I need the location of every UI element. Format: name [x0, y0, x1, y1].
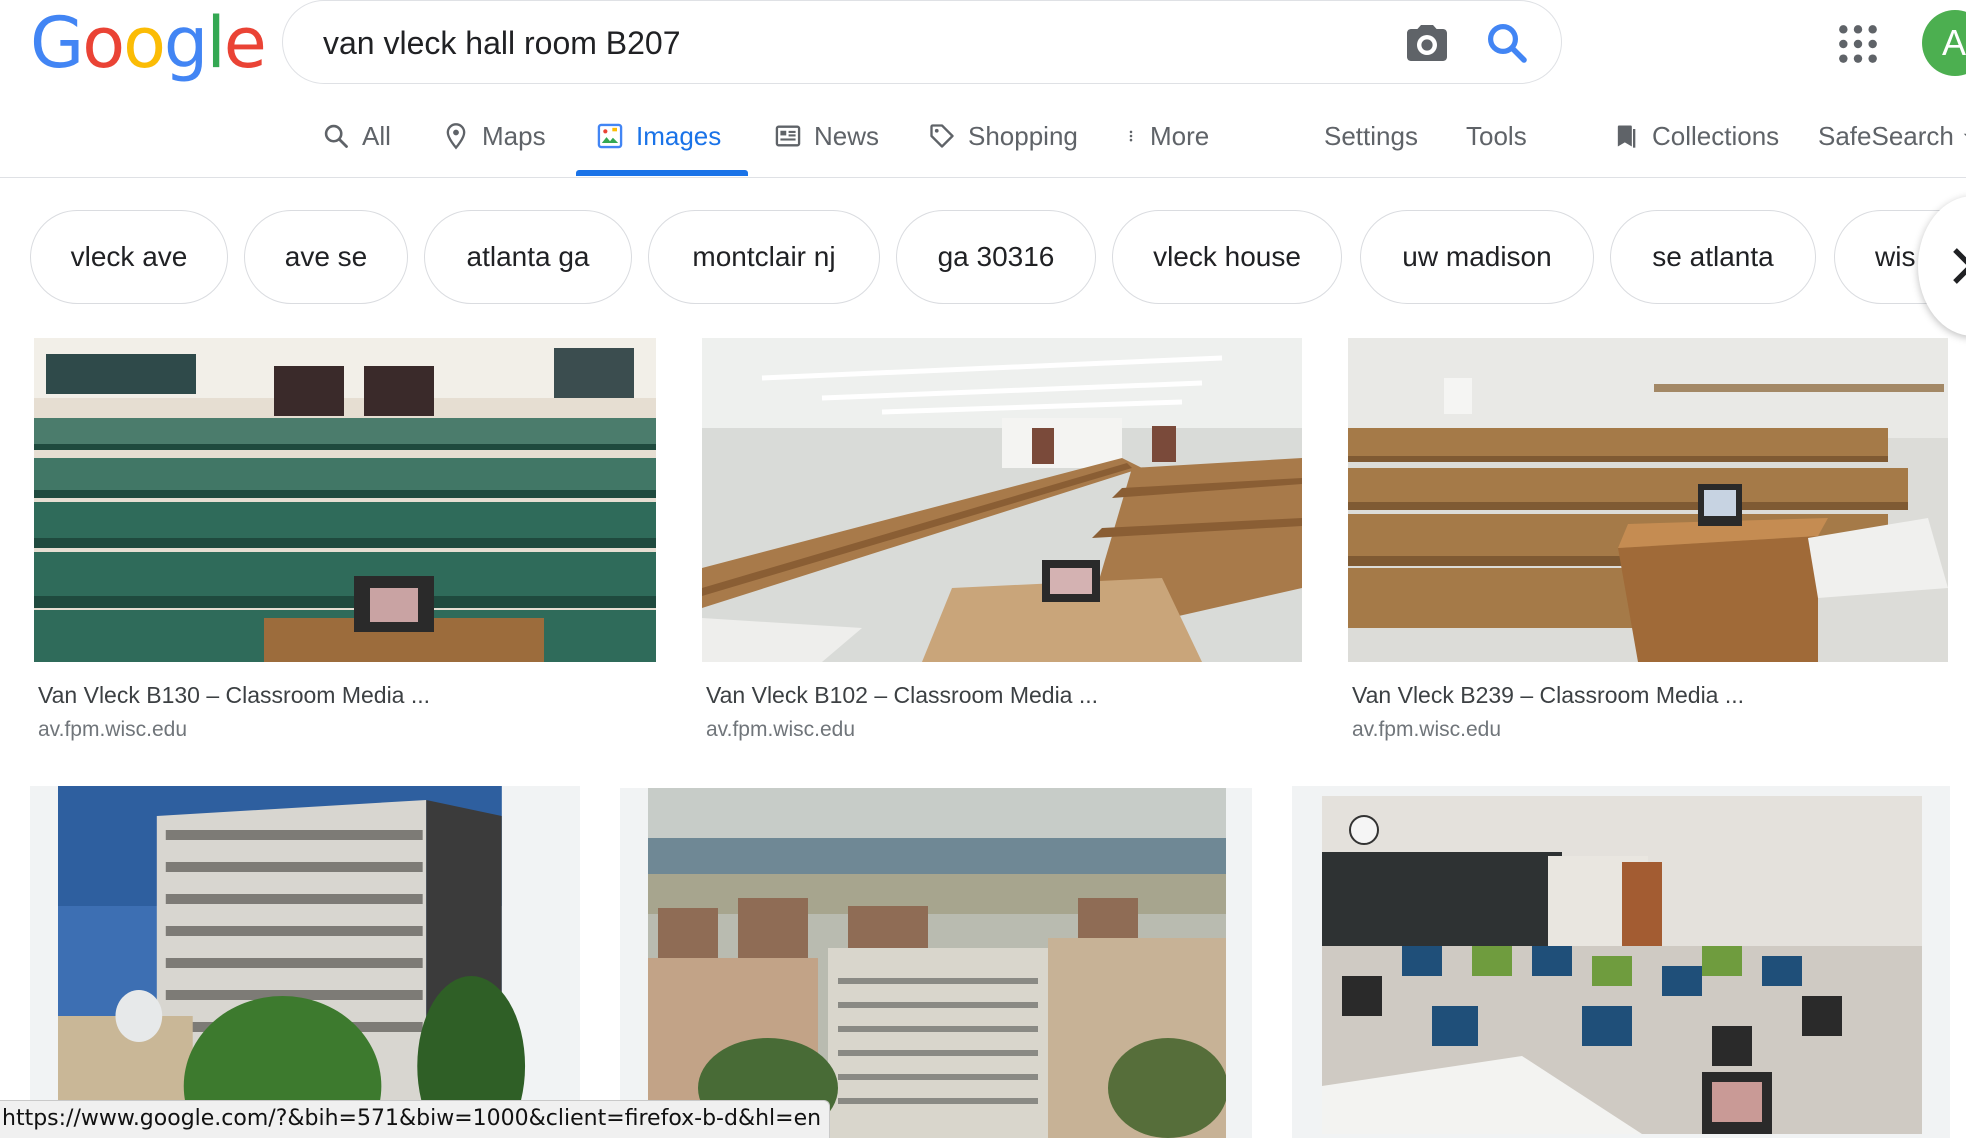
result-thumbnail[interactable]: [1292, 786, 1950, 1138]
tab-all[interactable]: All: [322, 116, 391, 156]
result-title[interactable]: Van Vleck B239 – Classroom Media ...: [1352, 682, 1744, 709]
account-avatar[interactable]: A: [1922, 10, 1966, 76]
chip-vleck-house[interactable]: vleck house: [1112, 210, 1342, 304]
more-vert-icon: [1129, 130, 1133, 142]
google-logo[interactable]: Google: [30, 2, 267, 84]
chip-vleck-ave[interactable]: vleck ave: [30, 210, 228, 304]
result-title[interactable]: Van Vleck B130 – Classroom Media ...: [38, 682, 430, 709]
tab-images[interactable]: Images: [596, 116, 721, 156]
search-box: [282, 0, 1562, 84]
chip-ga-30316[interactable]: ga 30316: [896, 210, 1096, 304]
active-tab-indicator: [576, 170, 748, 176]
collections-label: Collections: [1652, 120, 1780, 151]
logo-letter: e: [223, 2, 267, 84]
search-input[interactable]: [323, 21, 1323, 65]
tab-news-label: News: [814, 120, 880, 151]
tab-shopping[interactable]: Shopping: [928, 116, 1078, 156]
apps-grid-icon[interactable]: [1836, 22, 1880, 66]
chip-uw-madison[interactable]: uw madison: [1360, 210, 1594, 304]
map-pin-icon: [446, 123, 466, 150]
result-thumbnail[interactable]: [34, 338, 656, 662]
safesearch-label: SafeSearch: [1818, 120, 1954, 151]
tag-icon: [930, 124, 954, 148]
logo-letter: l: [206, 2, 226, 84]
logo-letter: o: [82, 2, 125, 84]
result-source[interactable]: av.fpm.wisc.edu: [706, 718, 855, 742]
search-icon: [324, 124, 348, 148]
tab-more[interactable]: More: [1124, 116, 1209, 156]
search-icon[interactable]: [1483, 19, 1531, 67]
chip-atlanta-ga[interactable]: atlanta ga: [424, 210, 632, 304]
camera-icon[interactable]: [1403, 19, 1451, 67]
bookmark-icon: [1617, 125, 1636, 148]
tab-maps-label: Maps: [482, 120, 546, 151]
collections-link[interactable]: Collections: [1612, 116, 1779, 156]
chevron-right-icon: [1953, 248, 1966, 284]
result-thumbnail[interactable]: [702, 338, 1302, 662]
logo-letter: G: [30, 2, 84, 84]
safesearch-dropdown[interactable]: SafeSearch: [1818, 116, 1966, 156]
logo-letter: o: [123, 2, 166, 84]
settings-label: Settings: [1324, 120, 1418, 151]
link-status-bar: https://www.google.com/?&bih=571&biw=100…: [0, 1100, 831, 1138]
search-tabs: All Maps Images News Shopping More Setti…: [0, 100, 1966, 178]
result-source[interactable]: av.fpm.wisc.edu: [38, 718, 187, 742]
tab-shopping-label: Shopping: [968, 120, 1078, 151]
result-source[interactable]: av.fpm.wisc.edu: [1352, 718, 1501, 742]
result-thumbnail[interactable]: [620, 788, 1252, 1138]
image-icon: [597, 123, 623, 149]
result-thumbnail[interactable]: [30, 786, 580, 1138]
chip-se-atlanta[interactable]: se atlanta: [1610, 210, 1816, 304]
tab-images-label: Images: [636, 120, 722, 151]
related-searches-chips: vleck ave ave se atlanta ga montclair nj…: [0, 210, 1966, 306]
logo-letter: g: [163, 2, 208, 84]
tools-link[interactable]: Tools: [1466, 116, 1527, 156]
chip-ave-se[interactable]: ave se: [244, 210, 408, 304]
chip-montclair-nj[interactable]: montclair nj: [648, 210, 880, 304]
settings-link[interactable]: Settings: [1324, 116, 1418, 156]
tools-label: Tools: [1466, 120, 1527, 151]
chevron-down-icon: [1963, 133, 1966, 137]
result-thumbnail[interactable]: [1348, 338, 1948, 662]
news-icon: [775, 125, 801, 147]
tab-all-label: All: [362, 120, 391, 151]
tab-news[interactable]: News: [774, 116, 879, 156]
result-title[interactable]: Van Vleck B102 – Classroom Media ...: [706, 682, 1098, 709]
tab-more-label: More: [1150, 120, 1210, 151]
tab-maps[interactable]: Maps: [442, 116, 546, 156]
